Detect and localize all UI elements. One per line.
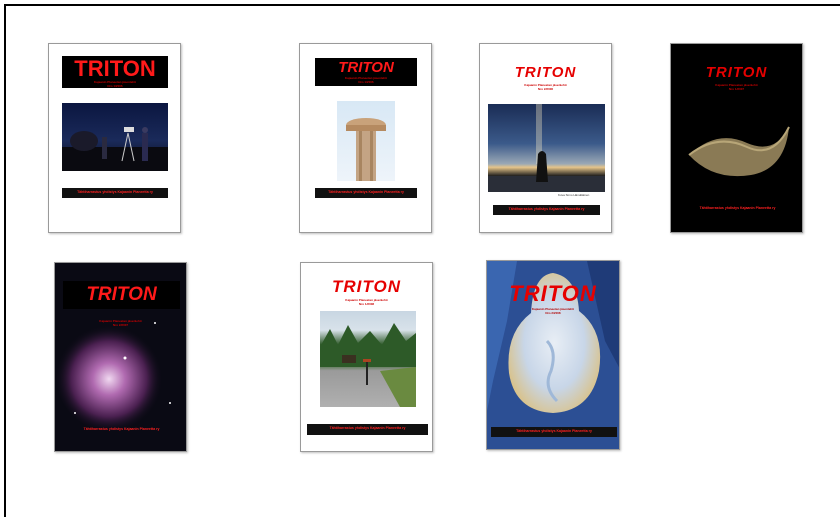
magazine-cover-7[interactable]: TRITON Kajaanin Planeetan jäsenlehti Nro… [486,260,620,450]
cover-logo: TRITON [514,64,577,81]
cover-footer: Tähtiharrastus yhdistys Kajaanin Planeet… [307,424,428,435]
gallery-frame: TRITON Kajaanin Planeetan jäsenlehti Nro… [4,4,840,517]
cover-logo: TRITON [338,59,394,76]
cover-photo [320,311,416,407]
cover-logo: TRITON [74,56,156,81]
cover-logo: TRITON [86,284,157,305]
cover-issue: Nro 2/2008 [545,311,561,315]
cover-header: TRITON Kajaanin Planeetan jäsenlehti Nro… [315,58,417,86]
cover-footer: Tähtiharrastus yhdistys Kajaanin Planeet… [62,188,168,198]
magazine-cover-6[interactable]: TRITON Kajaanin Planeetan jäsenlehti Nro… [300,262,433,452]
cover-photo [337,101,395,181]
cover-photo [488,104,605,192]
cover-issue: Nro 2/2007 [112,323,129,327]
magazine-cover-4[interactable]: TRITON Kajaanin Planeetan jäsenlehti Nro… [670,43,803,233]
cover-issue: Nro 1/2007 [728,87,745,91]
cover-issue: Nro 1/2008 [358,302,375,306]
magazine-cover-2[interactable]: TRITON Kajaanin Planeetan jäsenlehti Nro… [299,43,432,233]
cover-footer: Tähtiharrastus yhdistys Kajaanin Planeet… [679,204,796,214]
cover-photo [62,103,168,171]
cover-header: TRITON [63,281,180,309]
cover-footer: Tähtiharrastus yhdistys Kajaanin Planeet… [491,427,617,437]
cover-issue: Nro 1/2006 [358,80,374,84]
photo-credit: Kuva Simo Hämäläinen [558,193,590,197]
cover-issue: Nro 1/2006 [107,84,123,88]
cover-logo: TRITON [332,277,401,296]
cover-logo: TRITON [509,281,597,306]
cover-issue: Nro 2/2006 [537,87,554,91]
cover-photo [677,99,798,199]
cover-footer: Tähtiharrastus yhdistys Kajaanin Planeet… [83,427,160,431]
cover-logo: TRITON [705,64,768,81]
cover-footer: Tähtiharrastus yhdistys Kajaanin Planeet… [493,205,600,215]
cover-header: TRITON Kajaanin Planeetan jäsenlehti Nro… [62,56,168,88]
magazine-cover-3[interactable]: TRITON Kajaanin Planeetan jäsenlehti Nro… [479,43,612,233]
magazine-cover-1[interactable]: TRITON Kajaanin Planeetan jäsenlehti Nro… [48,43,181,233]
magazine-cover-5[interactable]: TRITON Kajaanin Planeetan jäsenlehti Nro… [54,262,187,452]
cover-footer: Tähtiharrastus yhdistys Kajaanin Planeet… [315,188,417,198]
